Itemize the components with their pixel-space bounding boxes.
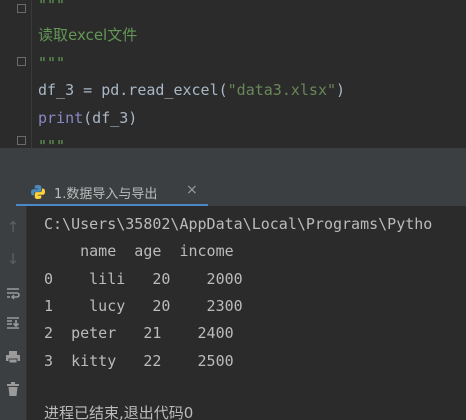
dataframe-header: name age income bbox=[44, 242, 234, 260]
console-toolbar: ↑ ↓ bbox=[0, 206, 27, 420]
gutter-divider bbox=[31, 0, 32, 148]
dataframe-row: 0 lili 20 2000 bbox=[44, 270, 243, 288]
run-tab-label: 1.数据导入与导出 bbox=[54, 187, 158, 202]
soft-wrap-icon[interactable] bbox=[2, 282, 24, 304]
fold-marker-icon[interactable] bbox=[17, 57, 26, 66]
dataframe-row: 3 kitty 22 2500 bbox=[44, 352, 234, 370]
close-icon[interactable]: × bbox=[186, 182, 198, 198]
panel-separator bbox=[0, 148, 466, 178]
code-line-docstring-open: """ bbox=[38, 137, 66, 148]
dataframe-row: 2 peter 21 2400 bbox=[44, 324, 234, 342]
code-string: "data3.xlsx" bbox=[227, 81, 337, 99]
fold-marker-icon[interactable] bbox=[17, 136, 26, 145]
code-token: df_3 = pd.read_excel( bbox=[38, 81, 228, 99]
console-interpreter-path: C:\Users\35802\AppData\Local\Programs\Py… bbox=[44, 215, 433, 233]
python-icon bbox=[31, 185, 45, 199]
code-line-docstring-text: 读取excel文件 bbox=[38, 26, 138, 44]
scroll-to-end-icon[interactable] bbox=[2, 312, 24, 334]
code-line-read-excel: df_3 = pd.read_excel("data3.xlsx") bbox=[38, 81, 345, 99]
code-line-docstring-open: """ bbox=[38, 0, 66, 14]
down-arrow-icon[interactable]: ↓ bbox=[2, 248, 24, 270]
code-token: ) bbox=[336, 81, 346, 99]
code-token: (df_3) bbox=[83, 109, 138, 127]
up-arrow-icon[interactable]: ↑ bbox=[2, 216, 24, 238]
run-tab[interactable]: 1.数据导入与导出 × bbox=[8, 178, 208, 207]
code-line-print: print(df_3) bbox=[38, 109, 137, 127]
trash-icon[interactable] bbox=[2, 378, 24, 400]
fold-marker-icon[interactable] bbox=[17, 4, 26, 13]
dataframe-row: 1 lucy 20 2300 bbox=[44, 297, 243, 315]
run-tab-bar: 1.数据导入与导出 × bbox=[0, 178, 466, 207]
code-builtin: print bbox=[38, 109, 84, 127]
code-editor[interactable]: """ 读取excel文件 """ df_3 = pd.read_excel("… bbox=[0, 0, 466, 148]
code-line-docstring-close: """ bbox=[38, 54, 66, 72]
run-console[interactable]: C:\Users\35802\AppData\Local\Programs\Py… bbox=[27, 206, 466, 420]
print-icon[interactable] bbox=[2, 346, 24, 368]
process-exit-message: 进程已结束,退出代码0 bbox=[44, 404, 194, 420]
